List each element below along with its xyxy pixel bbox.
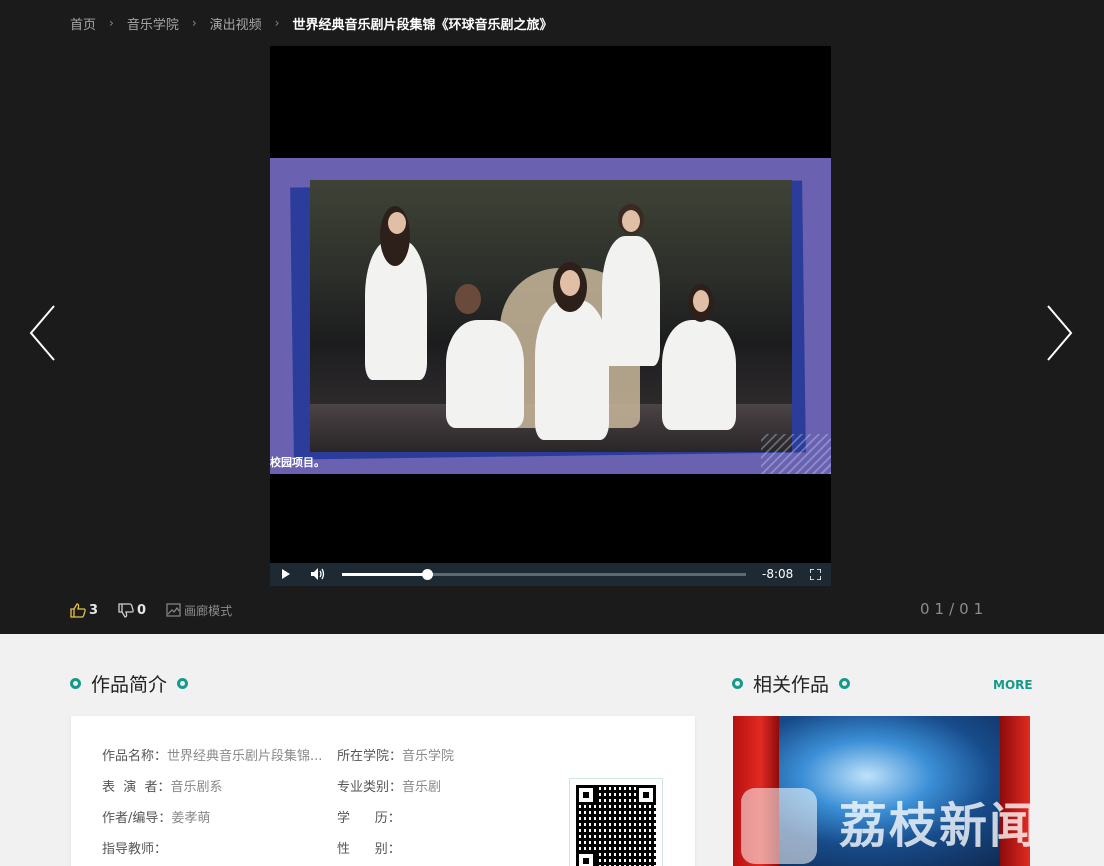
play-icon[interactable] <box>282 569 290 579</box>
watermark-text: 荔枝新闻 <box>839 798 1030 854</box>
work-info-card: 作品名称： 世界经典音乐剧片段集锦... 所在学院： 音乐学院 表 演 者： 音… <box>71 716 695 866</box>
field-education: 学 历： <box>337 811 401 826</box>
volume-icon[interactable] <box>311 568 325 580</box>
like-count: 3 <box>89 602 99 618</box>
fullscreen-icon[interactable] <box>810 569 821 580</box>
breadcrumb-college[interactable]: 音乐学院 <box>127 14 179 33</box>
ring-icon <box>732 678 743 689</box>
qr-code <box>569 778 663 866</box>
field-author: 作者/编导： 姜孝萌 <box>102 811 211 826</box>
ring-icon <box>839 678 851 689</box>
related-title: 相关作品 <box>753 674 830 696</box>
like-button[interactable]: 3 <box>70 603 98 618</box>
related-work-thumbnail[interactable]: 荔枝新闻 <box>733 716 1030 866</box>
field-college: 所在学院： 音乐学院 <box>337 749 455 764</box>
thumbs-down-icon <box>118 602 134 618</box>
watermark-logo-icon <box>741 788 817 864</box>
field-work-name: 作品名称： 世界经典音乐剧片段集锦... <box>102 749 323 764</box>
page-indicator: 01/01 <box>920 600 989 618</box>
related-heading: 相关作品 <box>722 670 860 697</box>
ring-icon <box>177 678 189 689</box>
dislike-button[interactable]: 0 <box>118 603 146 618</box>
gallery-mode-label: 画廊模式 <box>184 603 233 618</box>
player-controls: -8:08 <box>270 563 831 586</box>
gallery-mode-button[interactable]: 画廊模式 <box>166 602 232 619</box>
breadcrumb-home[interactable]: 首页 <box>70 14 96 33</box>
field-advisor: 指导教师： <box>102 842 168 857</box>
prev-arrow-icon[interactable] <box>28 304 58 362</box>
field-performer: 表 演 者： 音乐剧系 <box>102 780 223 795</box>
breadcrumb-current: 世界经典音乐剧片段集锦《环球音乐剧之旅》 <box>292 17 553 33</box>
breadcrumb: 首页 › 音乐学院 › 演出视频 › 世界经典音乐剧片段集锦《环球音乐剧之旅》 <box>70 14 553 33</box>
image-icon <box>166 603 181 617</box>
intro-heading: 作品简介 <box>60 670 198 697</box>
ring-icon <box>70 678 81 689</box>
video-player[interactable]: 校园项目。 -8:08 <box>270 46 831 586</box>
more-link[interactable]: MORE <box>993 678 1033 692</box>
video-frame: 校园项目。 <box>270 158 831 474</box>
chevron-right-icon: › <box>274 16 280 30</box>
video-caption: 校园项目。 <box>270 456 325 469</box>
field-gender: 性 别： <box>337 842 401 857</box>
chevron-right-icon: › <box>191 16 197 30</box>
stage-scene <box>310 180 792 452</box>
next-arrow-icon[interactable] <box>1044 304 1074 362</box>
intro-title: 作品简介 <box>91 674 168 696</box>
qr-code-icon <box>576 785 656 866</box>
breadcrumb-videos[interactable]: 演出视频 <box>210 14 262 33</box>
dislike-count: 0 <box>137 602 147 618</box>
action-bar: 3 0 画廊模式 <box>70 601 252 619</box>
video-area: 首页 › 音乐学院 › 演出视频 › 世界经典音乐剧片段集锦《环球音乐剧之旅》 <box>0 0 1104 634</box>
chevron-right-icon: › <box>109 16 114 30</box>
field-category: 专业类别： 音乐剧 <box>337 780 442 795</box>
thumbs-up-icon <box>70 602 86 618</box>
seek-bar[interactable] <box>342 569 746 580</box>
seek-handle[interactable] <box>421 569 433 580</box>
time-remaining: -8:08 <box>762 567 794 581</box>
